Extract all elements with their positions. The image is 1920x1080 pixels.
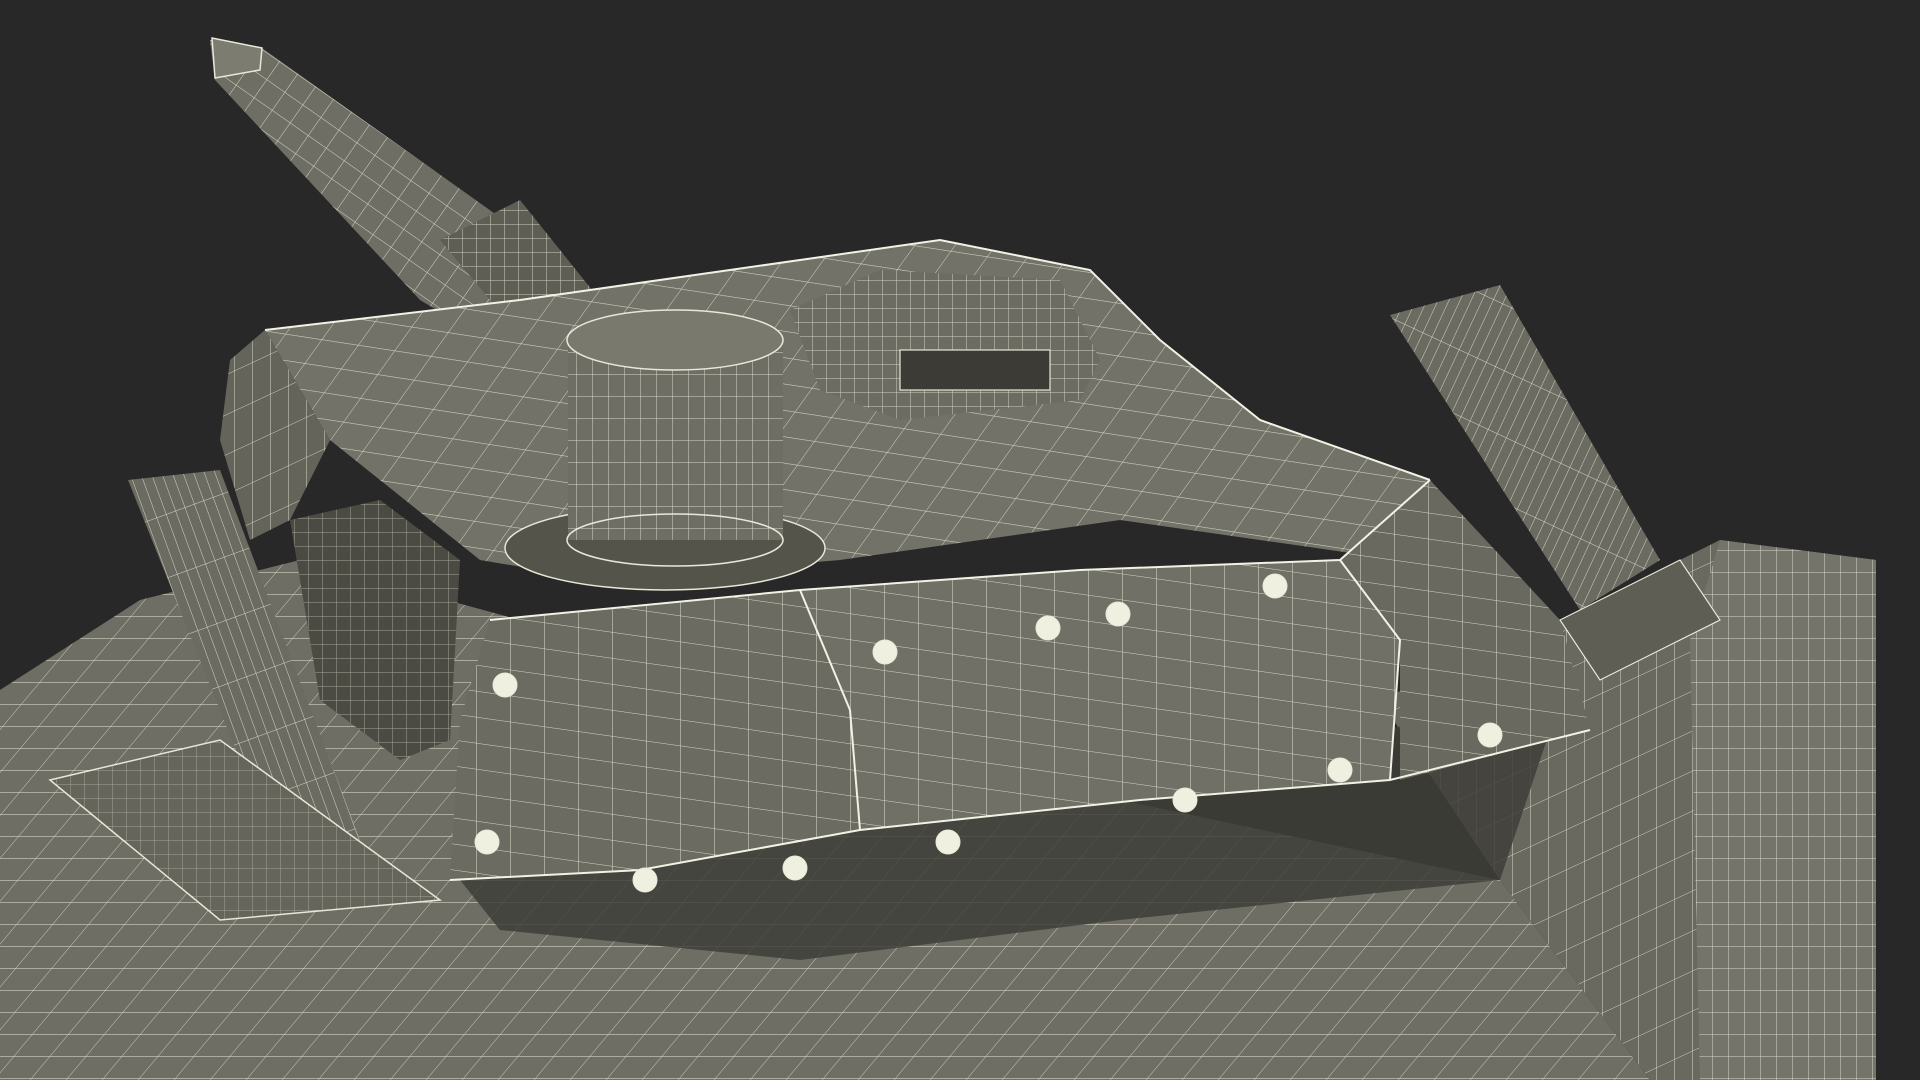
sight-window	[899, 349, 1051, 391]
wireframe-render	[0, 37, 1876, 1080]
render-viewport	[0, 0, 1920, 1080]
